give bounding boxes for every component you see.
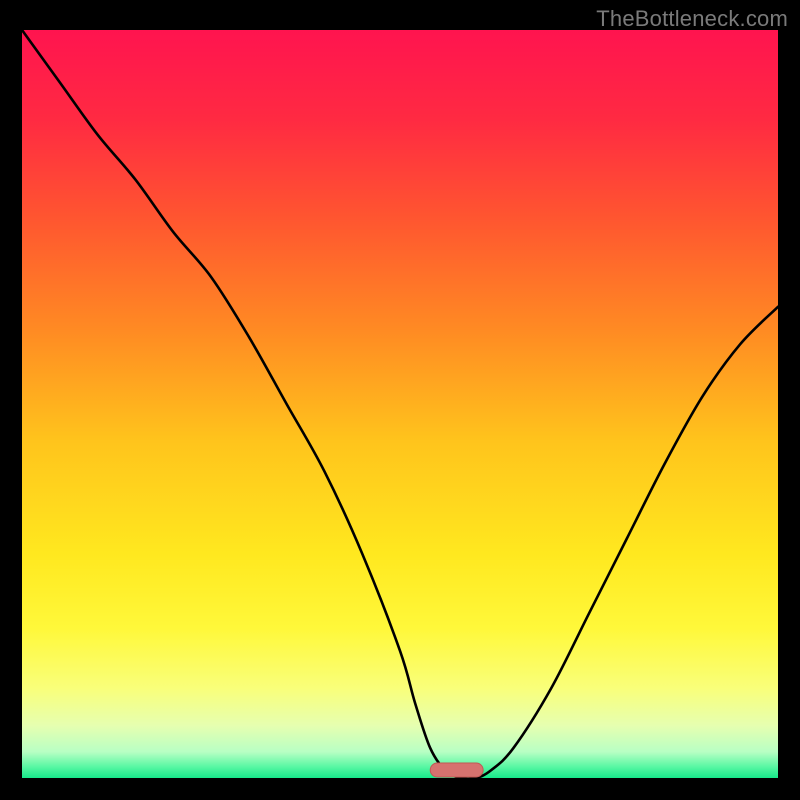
chart-svg bbox=[22, 30, 778, 778]
bottleneck-plot bbox=[22, 30, 778, 778]
chart-frame: TheBottleneck.com bbox=[0, 0, 800, 800]
attribution-label: TheBottleneck.com bbox=[596, 6, 788, 32]
gradient-background bbox=[22, 30, 778, 778]
optimal-range-marker bbox=[430, 763, 483, 777]
